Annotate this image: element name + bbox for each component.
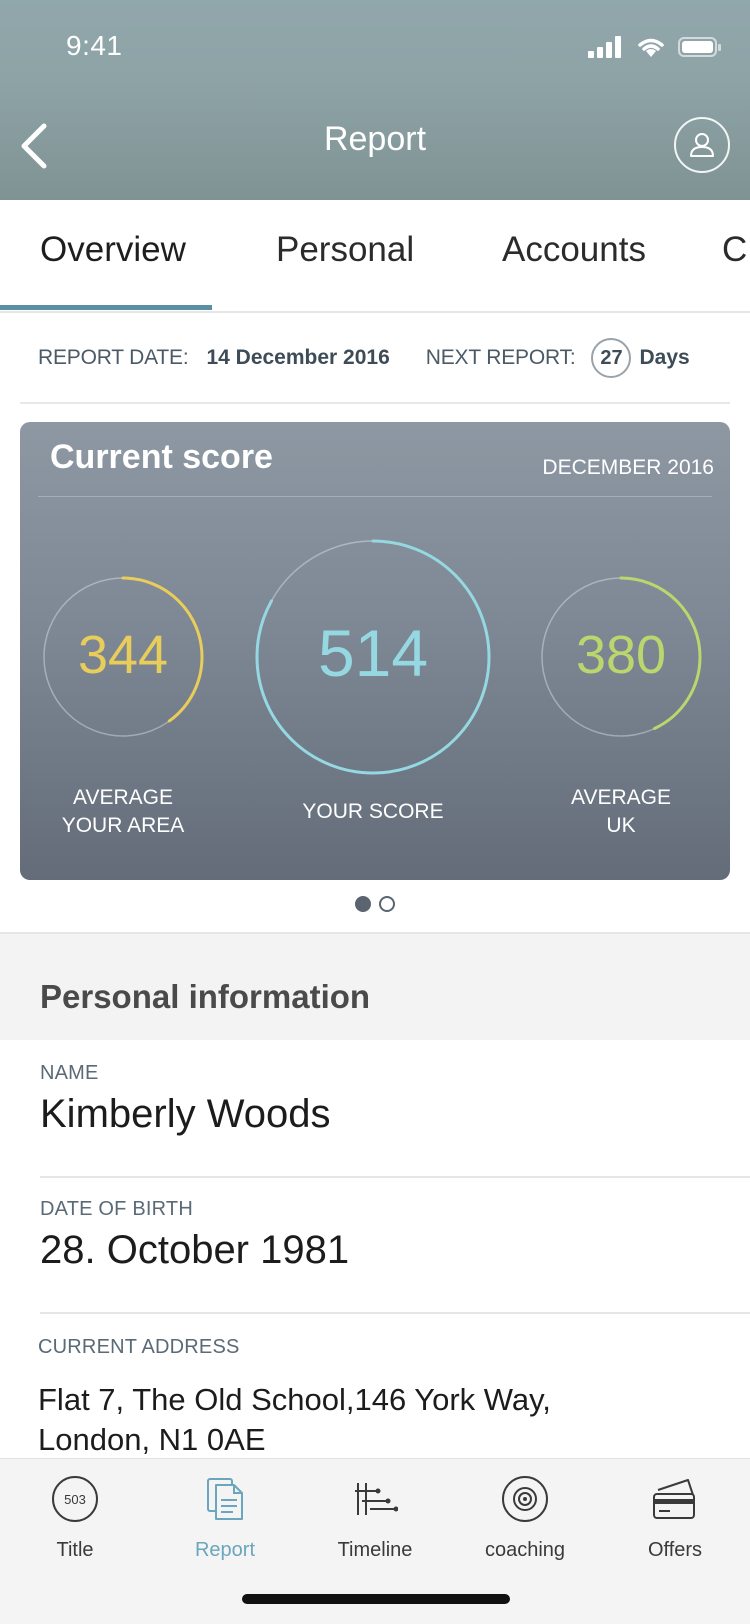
- report-info-row: REPORT DATE: 14 December 2016 NEXT REPOR…: [38, 338, 728, 378]
- gauge-average-area: 344: [42, 576, 204, 738]
- gauge-label-line1: YOUR SCORE: [302, 800, 444, 823]
- address-value: Flat 7, The Old School,146 York Way, Lon…: [38, 1380, 551, 1460]
- score-card-title: Current score: [50, 438, 273, 476]
- document-icon: [197, 1471, 253, 1527]
- address-label: CURRENT ADDRESS: [38, 1336, 240, 1358]
- tab-partial[interactable]: C: [722, 230, 747, 270]
- field-divider: [40, 1312, 750, 1314]
- tabbar-label: coaching: [484, 1539, 566, 1561]
- gauge-label: AVERAGE UK: [531, 784, 711, 840]
- tabbar-label: Offers: [647, 1539, 703, 1561]
- page-title: Report: [323, 120, 427, 158]
- address-line2: London, N1 0AE: [38, 1422, 266, 1457]
- score-badge-icon: 503: [47, 1471, 103, 1527]
- dob-value: 28. October 1981: [40, 1228, 350, 1272]
- address-line1: Flat 7, The Old School,146 York Way,: [38, 1382, 551, 1417]
- wifi-icon: [638, 38, 664, 57]
- tabbar-label: Report: [194, 1539, 256, 1561]
- battery-icon: [678, 37, 721, 57]
- tab-accounts[interactable]: Accounts: [502, 230, 646, 270]
- dob-label: DATE OF BIRTH: [40, 1198, 193, 1220]
- tabbar-label: Timeline: [337, 1539, 413, 1561]
- days-unit: Days: [639, 346, 690, 369]
- next-report-label: NEXT REPORT:: [425, 346, 576, 369]
- target-icon: [497, 1471, 553, 1527]
- report-tabs: Overview Personal Accounts C: [0, 200, 750, 313]
- cards-icon: [647, 1471, 703, 1527]
- gauge-value: 514: [317, 616, 429, 690]
- score-badge-text: 503: [64, 1492, 86, 1507]
- gauge-value: 380: [575, 625, 667, 685]
- user-icon: [690, 133, 714, 157]
- report-date-value: 14 December 2016: [206, 346, 390, 369]
- gauge-label-line1: AVERAGE: [571, 786, 671, 809]
- tabbar-item-report[interactable]: Report: [150, 1471, 300, 1562]
- gauge-label-line1: AVERAGE: [73, 786, 173, 809]
- timeline-icon: [347, 1471, 403, 1527]
- carousel-pagination: [0, 896, 750, 912]
- tabbar-item-coaching[interactable]: coaching: [450, 1471, 600, 1562]
- tab-overview[interactable]: Overview: [40, 230, 186, 270]
- page-dot-active[interactable]: [355, 896, 371, 912]
- cellular-signal-icon: [588, 36, 621, 58]
- score-card-date: DECEMBER 2016: [542, 456, 714, 479]
- personal-info-title: Personal information: [40, 978, 371, 1015]
- profile-button[interactable]: [674, 117, 730, 173]
- gauge-label-line2: UK: [606, 814, 636, 837]
- active-tab-indicator: [0, 305, 212, 310]
- gauge-label: AVERAGE YOUR AREA: [33, 784, 213, 840]
- tabbar-item-timeline[interactable]: Timeline: [300, 1471, 450, 1562]
- card-divider: [38, 496, 712, 497]
- field-divider: [40, 1176, 750, 1178]
- tabbar-item-offers[interactable]: Offers: [600, 1471, 750, 1562]
- report-date-label: REPORT DATE:: [38, 346, 189, 369]
- name-value: Kimberly Woods: [40, 1092, 331, 1136]
- gauge-your-score: 514: [255, 539, 491, 775]
- next-report-days-badge: 27: [591, 338, 632, 378]
- status-icons: [588, 32, 722, 62]
- current-score-card[interactable]: Current score DECEMBER 2016 344 AVERAGE …: [20, 422, 730, 880]
- gauge-label-line2: YOUR AREA: [61, 814, 185, 837]
- tabbar-item-title[interactable]: 503 Title: [0, 1471, 150, 1562]
- home-indicator: [242, 1594, 510, 1604]
- status-time: 9:41: [66, 30, 123, 61]
- tab-personal[interactable]: Personal: [276, 230, 414, 270]
- gauge-average-uk: 380: [540, 576, 702, 738]
- gauge-label: YOUR SCORE: [283, 798, 463, 826]
- page-dot[interactable]: [379, 896, 395, 912]
- divider: [20, 402, 730, 404]
- gauge-value: 344: [77, 625, 169, 685]
- name-label: NAME: [40, 1062, 99, 1084]
- app-header: 9:41 Report: [0, 0, 750, 200]
- tabbar-label: Title: [56, 1539, 94, 1561]
